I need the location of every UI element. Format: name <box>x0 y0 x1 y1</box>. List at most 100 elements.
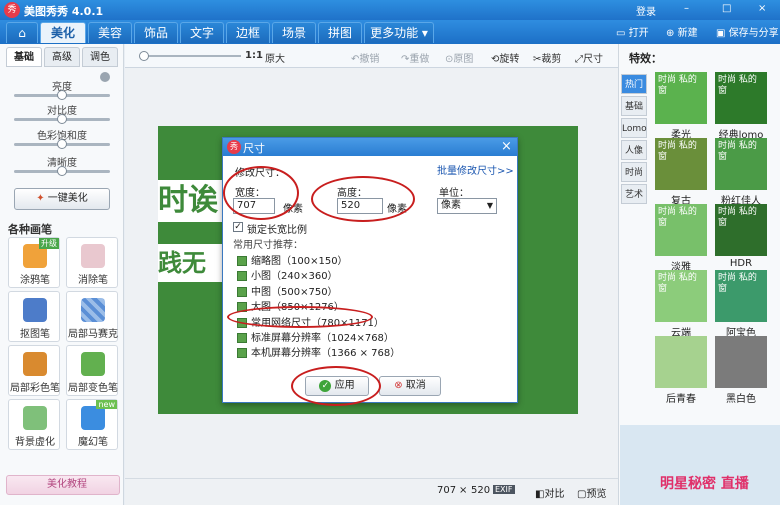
new-button[interactable]: ⊕ 新建 <box>666 24 698 39</box>
magic-pen-tool[interactable]: new 魔幻笔 <box>66 399 118 450</box>
highlight-preset <box>227 306 373 328</box>
image-height: 520 <box>471 485 491 496</box>
preset-standard-screen[interactable]: 标准屏幕分辨率（1024×768） <box>237 329 394 344</box>
size-dialog: 秀 尺寸 × 修改尺寸： 批量修改尺寸>> 宽度： 707 像素 高度： 520… <box>222 137 518 406</box>
crop-button[interactable]: ✂裁剪 <box>533 50 561 65</box>
exif-button[interactable]: EXIF <box>493 485 515 494</box>
slider-knob[interactable] <box>57 90 67 100</box>
redo-label: 重做 <box>409 54 430 65</box>
effect-thumb <box>655 336 707 388</box>
saturation-slider[interactable] <box>14 139 110 149</box>
color-pen-tool[interactable]: 局部彩色笔 <box>8 345 60 396</box>
effects-tab-lomo[interactable]: Lomo <box>621 118 647 138</box>
contrast-slider[interactable] <box>14 114 110 124</box>
background-blur-tool[interactable]: 背景虚化 <box>8 399 60 450</box>
preset-local-screen[interactable]: 本机屏幕分辨率（1366 × 768） <box>237 344 400 359</box>
slider-knob[interactable] <box>57 139 67 149</box>
preset-small[interactable]: 小图（240×360） <box>237 267 338 282</box>
effect-thumb: 时尚 私的窗 <box>655 72 707 124</box>
tab-scene[interactable]: 场景 <box>272 22 316 43</box>
rotate-button[interactable]: ⟲旋转 <box>491 50 519 65</box>
image-icon <box>237 333 247 343</box>
brightness-slider[interactable] <box>14 90 110 100</box>
effects-tab-portrait[interactable]: 人像 <box>621 140 647 160</box>
new-badge: new <box>96 400 117 409</box>
ratio-1-1-button[interactable]: 1:1 <box>245 50 263 61</box>
lock-ratio-checkbox[interactable]: ✓ <box>233 222 243 232</box>
original-image-button[interactable]: ⊙原图 <box>445 50 473 65</box>
effects-tab-basic[interactable]: 基础 <box>621 96 647 116</box>
highlight-height <box>311 176 415 222</box>
new-label: 新建 <box>677 28 698 39</box>
size-button[interactable]: ⤢尺寸 <box>575 50 603 65</box>
effect-cloud[interactable]: 时尚 私的窗 云端 <box>655 270 707 339</box>
effect-label: 黑白色 <box>726 394 756 405</box>
recolor-pen-tool[interactable]: 局部变色笔 <box>66 345 118 396</box>
doodle-pen-tool[interactable]: 升级 涂鸦笔 <box>8 237 60 288</box>
compare-button[interactable]: ◧对比 <box>535 485 564 500</box>
effect-retro[interactable]: 时尚 私的窗 复古 <box>655 138 707 207</box>
undo-button[interactable]: ↶撤销 <box>351 50 379 65</box>
size-label: 尺寸 <box>583 54 603 65</box>
mosaic-tool[interactable]: 局部马赛克 <box>66 291 118 342</box>
batch-resize-link[interactable]: 批量修改尺寸>> <box>437 162 514 177</box>
effect-soft-light[interactable]: 时尚 私的窗 柔光 <box>655 72 707 141</box>
magic-pen-icon <box>81 406 105 430</box>
zoom-slider[interactable] <box>139 51 241 61</box>
maximize-button[interactable]: □ <box>722 3 731 14</box>
save-share-button[interactable]: ▣ 保存与分享 <box>716 24 779 39</box>
open-button[interactable]: ▭ 打开 <box>616 24 649 39</box>
effect-pink-lady[interactable]: 时尚 私的窗 粉红佳人 <box>715 138 767 207</box>
cancel-button[interactable]: ⊗ 取消 <box>379 376 441 396</box>
ad-banner[interactable]: 明星秘密 直播 <box>620 425 780 505</box>
effect-classic-lomo[interactable]: 时尚 私的窗 经典lomo <box>715 72 767 141</box>
app-title: 美图秀秀 4.0.1 <box>24 5 104 18</box>
cancel-label: 取消 <box>405 380 426 391</box>
preset-medium[interactable]: 中图（500×750） <box>237 283 338 298</box>
eraser-pen-tool[interactable]: 消除笔 <box>66 237 118 288</box>
close-button[interactable]: × <box>758 3 766 14</box>
tab-frame[interactable]: 边框 <box>226 22 270 43</box>
tab-collage[interactable]: 拼图 <box>318 22 362 43</box>
preset-thumbnail[interactable]: 缩略图（100×150） <box>237 252 348 267</box>
effects-tab-hot[interactable]: 热门 <box>621 74 647 94</box>
tutorial-label: 美化教程 <box>47 479 87 490</box>
login-link[interactable]: 登录 <box>636 3 656 18</box>
effects-tab-art[interactable]: 艺术 <box>621 184 647 204</box>
effect-label: 后青春 <box>666 394 696 405</box>
effect-youth[interactable]: 后青春 <box>655 336 707 405</box>
tab-advanced[interactable]: 高级 <box>44 47 80 67</box>
more-features-menu[interactable]: 更多功能 ▾ <box>364 22 434 43</box>
home-tab[interactable]: ⌂ <box>6 22 38 43</box>
sharpness-slider[interactable] <box>14 166 110 176</box>
tab-basic[interactable]: 基础 <box>6 47 42 67</box>
tab-color[interactable]: 调色 <box>82 47 118 67</box>
minimize-button[interactable]: – <box>684 3 689 14</box>
original-size-button[interactable]: 原大 <box>265 50 285 65</box>
preview-button[interactable]: ▢预览 <box>577 485 606 500</box>
preset-label: 标准屏幕分辨率（1024×768） <box>251 333 394 344</box>
one-click-beautify-button[interactable]: ✦ 一键美化 <box>14 188 110 210</box>
unit-select[interactable]: 像素 ▼ <box>437 198 497 214</box>
effect-hdr[interactable]: 时尚 私的窗 HDR <box>715 204 767 270</box>
dialog-close-button[interactable]: × <box>501 139 512 154</box>
tab-beauty[interactable]: 美容 <box>88 22 132 43</box>
tutorial-button[interactable]: 美化教程 <box>6 475 120 495</box>
unit-select-value: 像素 <box>441 200 461 211</box>
tab-beautify[interactable]: 美化 <box>40 22 86 43</box>
zoom-knob[interactable] <box>139 51 149 61</box>
effects-tab-fashion[interactable]: 时尚 <box>621 162 647 182</box>
slider-knob[interactable] <box>57 166 67 176</box>
effect-elegant[interactable]: 时尚 私的窗 淡雅 <box>655 204 707 273</box>
effect-abao[interactable]: 时尚 私的窗 阿宝色 <box>715 270 767 339</box>
cutout-pen-tool[interactable]: 抠图笔 <box>8 291 60 342</box>
tab-text[interactable]: 文字 <box>180 22 224 43</box>
tab-accessories[interactable]: 饰品 <box>134 22 178 43</box>
app-logo: 秀 <box>4 2 20 18</box>
home-icon: ⌂ <box>18 26 26 40</box>
slider-knob[interactable] <box>57 114 67 124</box>
effect-black-white[interactable]: 黑白色 <box>715 336 767 405</box>
title-bar: 秀 美图秀秀 4.0.1 登录 – □ × <box>0 0 780 20</box>
redo-button[interactable]: ↷重做 <box>401 50 429 65</box>
dialog-logo: 秀 <box>227 140 241 154</box>
